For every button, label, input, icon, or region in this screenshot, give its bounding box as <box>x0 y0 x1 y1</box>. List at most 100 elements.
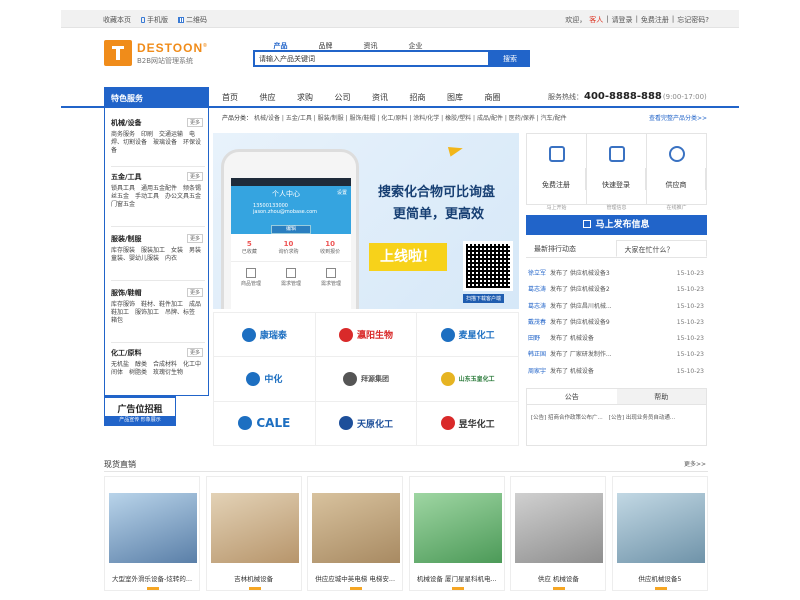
quick-register[interactable]: 免费注册 马上开始 <box>527 134 587 211</box>
forgot-password-link[interactable]: 忘记密码? <box>677 15 709 25</box>
brand-logo[interactable]: 麦星化工 <box>417 313 519 358</box>
tab-help[interactable]: 帮助 <box>617 389 707 404</box>
activity-tabs: 最新排行动态 大家在忙什么？ <box>526 240 707 258</box>
more-button[interactable]: 更多 <box>186 288 203 297</box>
feed-row[interactable]: 周家宇 发布了 机械设备 15-10-23 <box>528 364 704 380</box>
quick-supplier[interactable]: 供应商 在线推广 <box>647 134 706 211</box>
product-card[interactable]: 供应应城中英电梯 电梯安... <box>307 476 404 591</box>
brand-logo[interactable]: 天原化工 <box>315 401 418 446</box>
phone-screen: 个人中心 设置 13500133000 jason.zhou@mobase.co… <box>231 178 351 309</box>
mobile-link[interactable]: 手机版 <box>141 15 168 25</box>
category-items[interactable]: 库存服饰 鞋材、鞋件加工 成品鞋加工 服饰加工 吊牌、标签 箱包 <box>111 301 205 325</box>
phone-header: 个人中心 设置 13500133000 jason.zhou@mobase.co… <box>231 186 351 234</box>
price-tag <box>451 587 464 590</box>
brand-mark-icon <box>241 327 256 342</box>
brand-logo[interactable]: 拜源集团 <box>315 357 418 402</box>
search-button[interactable]: 搜索 <box>490 50 530 67</box>
feed-row[interactable]: 韩正国 发布了 厂家研发制作... 15-10-23 <box>528 347 704 363</box>
nav-news[interactable]: 资讯 <box>372 92 410 103</box>
store-icon <box>608 146 625 162</box>
nav-supply[interactable]: 供应 <box>260 92 298 103</box>
category-line-links[interactable]: 机械/设备 | 五金/工具 | 服装/制服 | 服饰/鞋帽 | 化工/原料 | … <box>254 115 567 122</box>
login-link[interactable]: 请登录 <box>612 15 633 25</box>
qrcode-link[interactable]: 二维码 <box>178 15 207 25</box>
product-card[interactable]: 供应 机械设备 <box>510 476 607 591</box>
category-items[interactable]: 锁具工具 通用五金配件 频条锡丝五金 手动工具 办公文具五金 门窗五金 <box>111 185 207 209</box>
stat-item: 10 询价求购 <box>278 240 299 255</box>
more-button[interactable]: 更多 <box>186 118 203 127</box>
brand-logo[interactable]: CALE <box>214 401 316 446</box>
more-button[interactable]: 更多 <box>186 348 203 357</box>
product-card[interactable]: 吉林机械设备 <box>205 476 302 591</box>
nav-gallery[interactable]: 图库 <box>447 92 485 103</box>
product-card[interactable]: 大型室外滑乐设备-炫转的... <box>104 476 200 591</box>
ad-space-banner[interactable]: 广告位招租 产品宣传 形象展示 <box>104 396 176 426</box>
quick-title: 供应商 <box>647 168 706 190</box>
logo-mark-icon <box>104 40 132 66</box>
product-card[interactable]: 供应机械设备5 <box>611 476 708 591</box>
feed-row[interactable]: 田野 发布了 机械设备 15-10-23 <box>528 331 704 347</box>
tab-what-people-doing[interactable]: 大家在忙什么？ <box>615 240 707 257</box>
tile-item: 商品管理 <box>241 268 261 287</box>
product-card[interactable]: 机械设备 厦门星星科机电... <box>408 476 505 591</box>
guest-label: 客人 <box>589 16 604 24</box>
category-accessories: 服饰/鞋帽 更多 库存服饰 鞋材、鞋件加工 成品鞋加工 服饰加工 吊牌、标签 箱… <box>111 288 205 325</box>
feed-row[interactable]: 戴茂春 发布了 供应机械设备9 15-10-23 <box>528 315 704 331</box>
quick-login[interactable]: 快速登录 管理信息 <box>587 134 647 211</box>
quick-subtitle: 马上开始 <box>546 205 567 211</box>
category-line-label: 产品分类： <box>222 115 253 122</box>
publish-info-button[interactable]: 马上发布信息 <box>526 215 707 235</box>
notice-item[interactable]: [公告] 出现业务员自动通... <box>609 413 675 421</box>
price-tag <box>350 587 363 590</box>
view-all-categories-link[interactable]: 查看完整产品分类>> <box>649 113 707 122</box>
category-hardware: 五金/工具 更多 锁具工具 通用五金配件 频条锡丝五金 手动工具 办公文具五金 … <box>111 172 207 209</box>
banner-caption: 扫描下载客户端 <box>463 294 505 303</box>
brand-logo[interactable]: 中化 <box>214 357 316 402</box>
brand-mark-icon <box>440 416 455 431</box>
brand-mark-icon <box>440 327 455 342</box>
top-bar-right: 欢迎， 客人 | 请登录 | 免费注册 | 忘记密码? <box>565 15 709 25</box>
nav-company[interactable]: 公司 <box>335 92 373 103</box>
phone-email: jason.zhou@mobase.com <box>253 209 318 215</box>
banner-subtitle: 更简单，更高效 <box>393 207 485 222</box>
product-image <box>210 493 299 563</box>
category-items[interactable]: 无机盐 醇类 合成材料 化工中间体 树脂类 玫瑰衍生物 <box>111 361 205 377</box>
phone-edit-button: 编辑 <box>271 225 311 234</box>
section-more-link[interactable]: 更多>> <box>684 459 706 468</box>
nav-buy[interactable]: 求购 <box>297 92 335 103</box>
phone-header-title: 个人中心 <box>271 190 300 198</box>
notice-list: [公告] 招商合作政策公布广... [公告] 出现业务员自动通... <box>527 405 706 429</box>
brand-logo[interactable]: 瀛阳生物 <box>315 313 418 358</box>
feed-row[interactable]: 葛志涛 发布了 供应机械设备2 15-10-23 <box>528 282 704 298</box>
top-bar-left: 收藏本页 手机版 二维码 <box>103 15 207 25</box>
brand-logo[interactable]: 康瑞泰 <box>214 313 316 358</box>
banner-title: 搜索化合物可比询盘 <box>378 185 496 200</box>
qrcode-icon <box>463 241 513 291</box>
nav-invest[interactable]: 招商 <box>410 92 448 103</box>
brand-logo[interactable]: 昱华化工 <box>417 401 519 446</box>
special-services-title[interactable]: 特色服务 <box>104 87 209 107</box>
feed-row[interactable]: 徐立军 发布了 供应机械设备3 15-10-23 <box>528 266 704 282</box>
service-hotline: 服务热线：400-8888-888(9:00-17:00) <box>548 91 707 102</box>
phone-stats: 5 已收藏 10 询价求购 10 收到报价 <box>231 234 351 262</box>
site-logo[interactable]: DESTOON® B2B网站管理系统 <box>104 40 244 70</box>
category-items[interactable]: 库存服装 服装加工 女装 男装 童装、婴幼儿服装 内衣 <box>111 247 207 263</box>
more-button[interactable]: 更多 <box>186 172 203 181</box>
category-items[interactable]: 商务服务 印刷 交通运输 电焊、切割设备 玻璃设备 环保设备 <box>111 131 205 155</box>
quick-title: 免费注册 <box>527 168 586 190</box>
product-image <box>109 493 197 563</box>
nav-home[interactable]: 首页 <box>222 92 260 103</box>
bookmark-link[interactable]: 收藏本页 <box>103 15 131 25</box>
brand-logo[interactable]: 山东玉皇化工 <box>417 357 519 402</box>
nav-circle[interactable]: 商圈 <box>485 92 523 103</box>
hero-banner[interactable]: 个人中心 设置 13500133000 jason.zhou@mobase.co… <box>213 133 519 309</box>
tab-latest-ranking[interactable]: 最新排行动态 <box>526 240 616 257</box>
tab-notice[interactable]: 公告 <box>527 389 617 404</box>
brand-mark-icon <box>342 371 357 386</box>
search-input[interactable] <box>255 52 488 65</box>
feed-row[interactable]: 葛志涛 发布了 供应昌川机械... 15-10-23 <box>528 299 704 315</box>
more-button[interactable]: 更多 <box>186 234 203 243</box>
cart-icon <box>548 146 565 162</box>
register-link[interactable]: 免费注册 <box>641 15 669 25</box>
notice-item[interactable]: [公告] 招商合作政策公布广... <box>531 413 603 421</box>
